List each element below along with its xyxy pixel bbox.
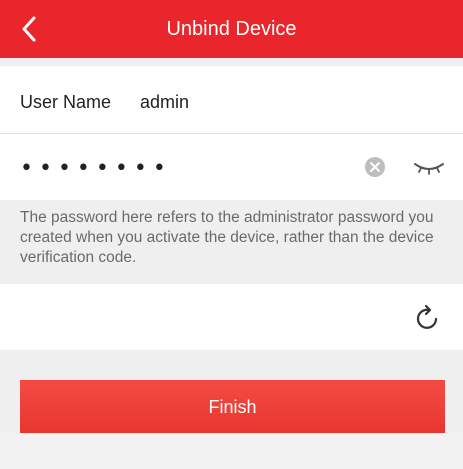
user-name-value: admin [140,92,190,112]
bottom-area [0,433,463,469]
finish-button[interactable]: Finish [20,380,445,433]
header-bar: Unbind Device [0,0,463,58]
verification-code-input[interactable] [20,300,404,336]
password-hint-text: The password here refers to the administ… [20,209,434,266]
clear-icon[interactable] [364,156,386,178]
divider [0,133,463,134]
eye-closed-icon[interactable] [412,160,446,176]
page-title: Unbind Device [166,18,297,40]
refresh-icon[interactable] [416,305,440,331]
user-name-label: User Name [20,92,112,112]
password-field[interactable] [18,150,352,186]
